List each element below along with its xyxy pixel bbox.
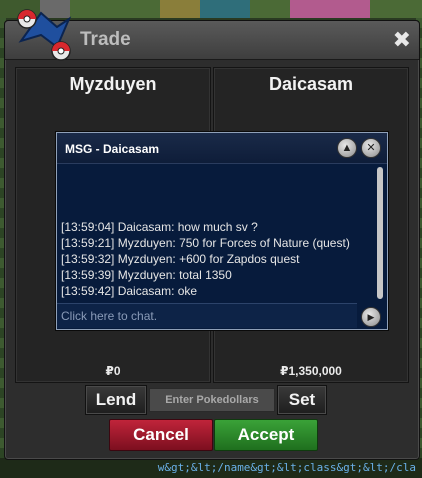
partner-money-amount: ₽1,350,000 xyxy=(280,364,342,378)
window-titlebar[interactable]: Trade ✖ xyxy=(5,9,419,61)
send-chat-icon[interactable]: ▶ xyxy=(361,307,381,327)
chat-input-placeholder: Click here to chat. xyxy=(61,309,158,323)
chat-message: [13:59:42] Daicasam: oke xyxy=(61,284,198,298)
chat-message: [13:59:21] Myzduyen: 750 for Forces of N… xyxy=(61,236,350,250)
set-button[interactable]: Set xyxy=(277,385,327,415)
chat-scrollbar-thumb[interactable] xyxy=(377,167,383,299)
my-money-amount: ₽0 xyxy=(105,364,121,378)
chat-message: [13:59:04] Daicasam: how much sv ? xyxy=(61,220,258,234)
window-title: Trade xyxy=(80,29,131,50)
background-code-text: w&gt;&lt;/name&gt;&lt;class&gt;&lt;/cla xyxy=(157,461,416,474)
lend-button[interactable]: Lend xyxy=(85,385,147,415)
minimize-chat-icon[interactable]: ▲ xyxy=(337,138,357,158)
my-player-name: Myzduyen xyxy=(69,74,157,94)
trade-logo-icon xyxy=(17,9,72,61)
chat-message: [13:59:39] Myzduyen: total 1350 xyxy=(61,268,232,282)
cancel-button[interactable]: Cancel xyxy=(109,419,213,451)
message-titlebar[interactable]: MSG - Daicasam ▲ ✕ xyxy=(57,133,387,164)
game-background-bottom: w&gt;&lt;/name&gt;&lt;class&gt;&lt;/cla xyxy=(0,458,422,478)
close-chat-icon[interactable]: ✕ xyxy=(361,138,381,158)
message-title: MSG - Daicasam xyxy=(65,142,160,156)
accept-button[interactable]: Accept xyxy=(214,419,318,451)
close-window-icon[interactable]: ✖ xyxy=(393,27,411,53)
chat-message: [13:59:32] Myzduyen: +600 for Zapdos que… xyxy=(61,252,300,266)
chat-input[interactable]: Click here to chat. xyxy=(57,303,357,328)
partner-player-name: Daicasam xyxy=(268,74,354,94)
chat-log: [13:59:04] Daicasam: how much sv ? [13:5… xyxy=(59,165,355,301)
pokedollars-input[interactable]: Enter Pokedollars xyxy=(149,388,275,412)
message-window: MSG - Daicasam ▲ ✕ [13:59:04] Daicasam: … xyxy=(56,132,388,330)
